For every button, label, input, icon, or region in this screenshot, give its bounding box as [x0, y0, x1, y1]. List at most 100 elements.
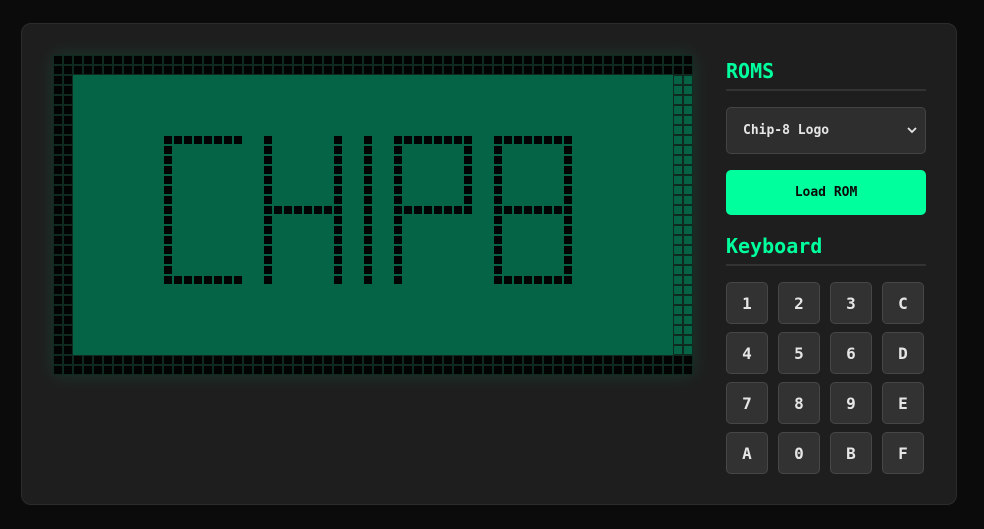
- pixel-on: [474, 146, 482, 154]
- key-2[interactable]: 2: [778, 282, 820, 324]
- key-9[interactable]: 9: [830, 382, 872, 424]
- key-a[interactable]: A: [726, 432, 768, 474]
- pixel-on: [284, 96, 292, 104]
- pixel-on: [504, 76, 512, 84]
- key-f[interactable]: F: [882, 432, 924, 474]
- pixel-on: [204, 206, 212, 214]
- pixel-off: [264, 196, 272, 204]
- pixel-on: [524, 326, 532, 334]
- pixel-on: [184, 256, 192, 264]
- pixel-on: [614, 236, 622, 244]
- key-e[interactable]: E: [882, 382, 924, 424]
- pixel-on: [494, 326, 502, 334]
- pixel-off: [464, 206, 472, 214]
- pixel-on: [374, 166, 382, 174]
- pixel-on: [104, 316, 112, 324]
- pixel-on: [314, 146, 322, 154]
- pixel-on: [244, 146, 252, 154]
- key-c[interactable]: C: [882, 282, 924, 324]
- pixel-on: [434, 326, 442, 334]
- pixel-on: [384, 256, 392, 264]
- pixel-on: [354, 136, 362, 144]
- pixel-off: [634, 56, 642, 64]
- pixel-on: [624, 206, 632, 214]
- pixel-on: [614, 156, 622, 164]
- key-b[interactable]: B: [830, 432, 872, 474]
- key-1[interactable]: 1: [726, 282, 768, 324]
- pixel-on: [274, 286, 282, 294]
- pixel-off: [334, 266, 342, 274]
- pixel-on: [524, 86, 532, 94]
- pixel-off: [454, 66, 462, 74]
- pixel-off: [314, 356, 322, 364]
- pixel-on: [454, 146, 462, 154]
- pixel-on: [684, 196, 692, 204]
- key-6[interactable]: 6: [830, 332, 872, 374]
- key-d[interactable]: D: [882, 332, 924, 374]
- pixel-on: [634, 116, 642, 124]
- pixel-on: [334, 306, 342, 314]
- keypad: 123C 456D 789E A0BF: [726, 282, 926, 474]
- pixel-on: [104, 296, 112, 304]
- pixel-on: [624, 186, 632, 194]
- pixel-off: [534, 276, 542, 284]
- key-7[interactable]: 7: [726, 382, 768, 424]
- pixel-on: [344, 306, 352, 314]
- pixel-on: [124, 306, 132, 314]
- pixel-on: [584, 106, 592, 114]
- pixel-off: [454, 56, 462, 64]
- pixel-on: [424, 276, 432, 284]
- pixel-off: [414, 356, 422, 364]
- key-8[interactable]: 8: [778, 382, 820, 424]
- pixel-off: [164, 196, 172, 204]
- pixel-on: [134, 286, 142, 294]
- pixel-on: [554, 76, 562, 84]
- pixel-on: [94, 326, 102, 334]
- pixel-on: [684, 186, 692, 194]
- pixel-on: [544, 256, 552, 264]
- pixel-off: [144, 356, 152, 364]
- pixel-on: [404, 126, 412, 134]
- pixel-off: [464, 156, 472, 164]
- pixel-on: [254, 296, 262, 304]
- key-5[interactable]: 5: [778, 332, 820, 374]
- pixel-off: [654, 366, 662, 374]
- rom-select[interactable]: Chip-8 Logo: [726, 107, 926, 154]
- pixel-on: [554, 266, 562, 274]
- pixel-on: [524, 106, 532, 114]
- pixel-off: [394, 166, 402, 174]
- pixel-on: [194, 156, 202, 164]
- key-4[interactable]: 4: [726, 332, 768, 374]
- pixel-on: [664, 156, 672, 164]
- pixel-on: [214, 216, 222, 224]
- key-0[interactable]: 0: [778, 432, 820, 474]
- key-3[interactable]: 3: [830, 282, 872, 324]
- pixel-on: [354, 246, 362, 254]
- pixel-on: [674, 346, 682, 354]
- pixel-on: [254, 306, 262, 314]
- pixel-on: [244, 156, 252, 164]
- pixel-on: [84, 176, 92, 184]
- pixel-on: [624, 296, 632, 304]
- pixel-off: [554, 56, 562, 64]
- pixel-off: [604, 56, 612, 64]
- pixel-on: [574, 336, 582, 344]
- load-rom-button[interactable]: Load ROM: [726, 170, 926, 215]
- pixel-on: [74, 186, 82, 194]
- pixel-on: [414, 316, 422, 324]
- pixel-on: [284, 86, 292, 94]
- pixel-on: [654, 96, 662, 104]
- pixel-on: [114, 156, 122, 164]
- pixel-off: [404, 206, 412, 214]
- pixel-on: [394, 286, 402, 294]
- pixel-on: [314, 326, 322, 334]
- pixel-off: [364, 226, 372, 234]
- pixel-on: [284, 326, 292, 334]
- pixel-on: [84, 196, 92, 204]
- pixel-off: [334, 216, 342, 224]
- pixel-off: [474, 366, 482, 374]
- pixel-on: [504, 236, 512, 244]
- pixel-off: [414, 66, 422, 74]
- pixel-on: [354, 96, 362, 104]
- pixel-off: [264, 156, 272, 164]
